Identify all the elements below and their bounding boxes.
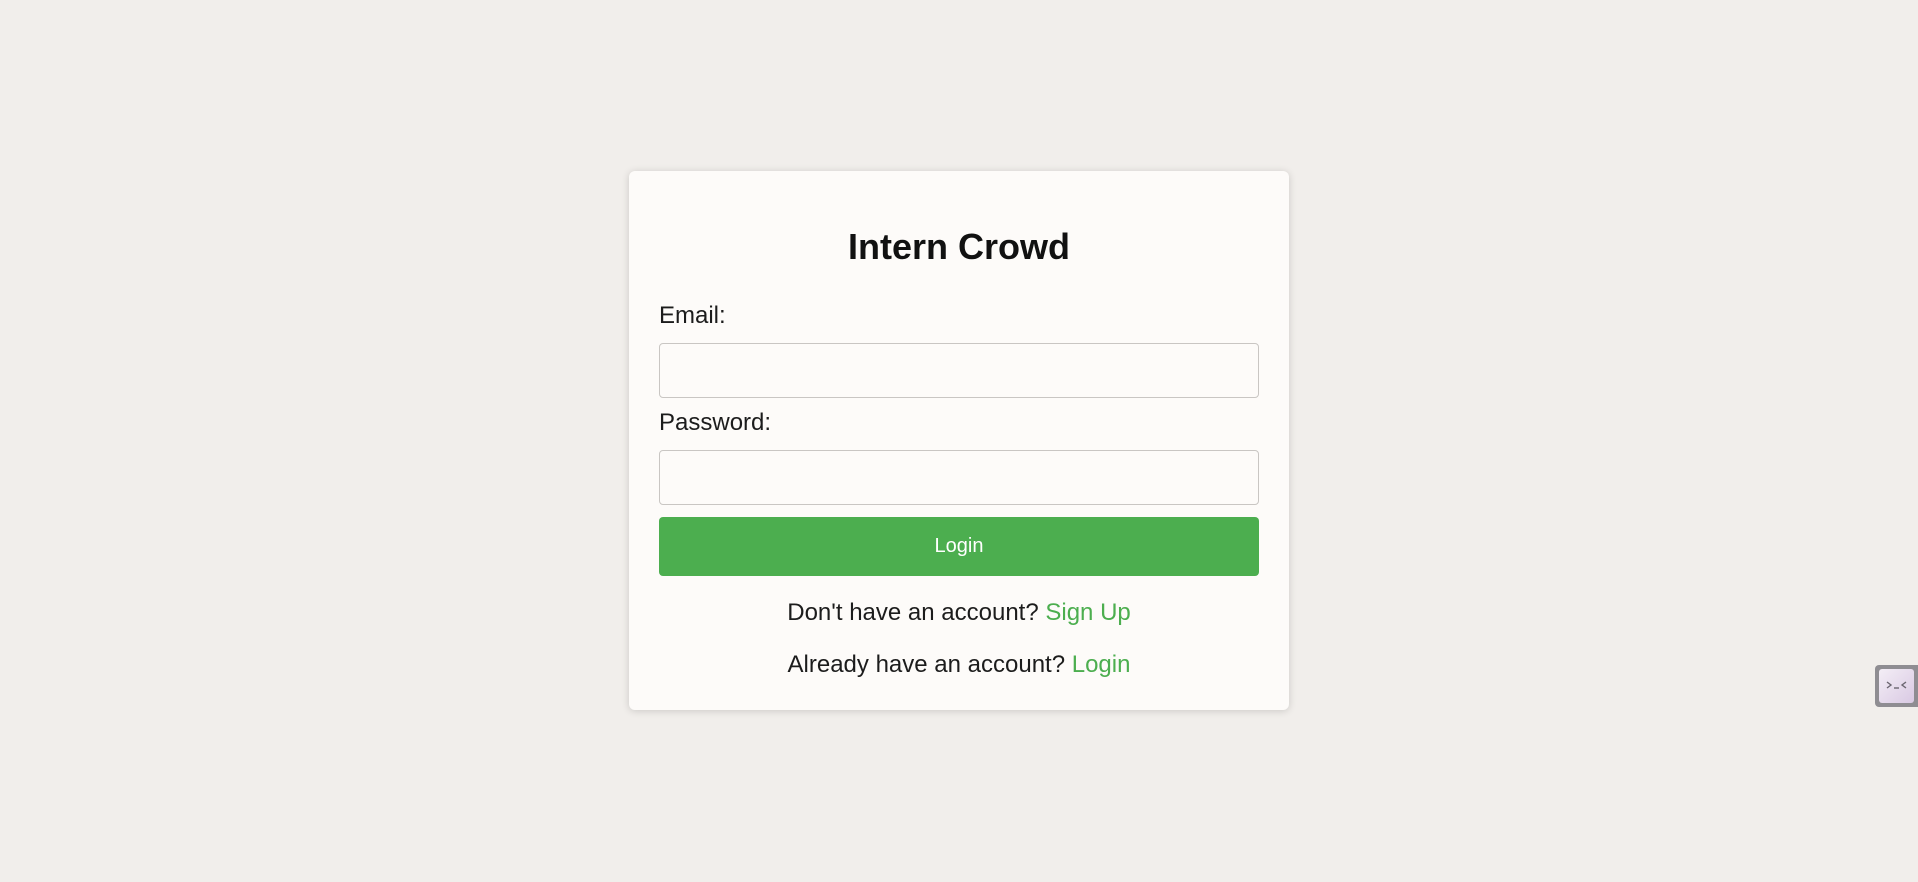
side-widget-button[interactable] — [1875, 665, 1918, 707]
password-field[interactable] — [659, 450, 1259, 505]
terminal-face-icon — [1879, 669, 1914, 703]
email-label: Email: — [659, 302, 726, 329]
page-title: Intern Crowd — [848, 226, 1070, 267]
login-card: Intern Crowd Email: Password: Login Don'… — [629, 171, 1289, 710]
signup-prompt-text: Don't have an account? — [787, 599, 1039, 626]
signup-prompt-line: Don't have an account? Sign Up — [629, 599, 1289, 627]
login-prompt-line: Already have an account? Login — [629, 651, 1289, 679]
login-link[interactable]: Login — [1072, 651, 1131, 678]
password-label: Password: — [659, 409, 772, 436]
login-prompt-text: Already have an account? — [787, 651, 1066, 678]
email-field[interactable] — [659, 343, 1259, 398]
login-button[interactable]: Login — [659, 517, 1259, 576]
signup-link[interactable]: Sign Up — [1045, 599, 1130, 626]
